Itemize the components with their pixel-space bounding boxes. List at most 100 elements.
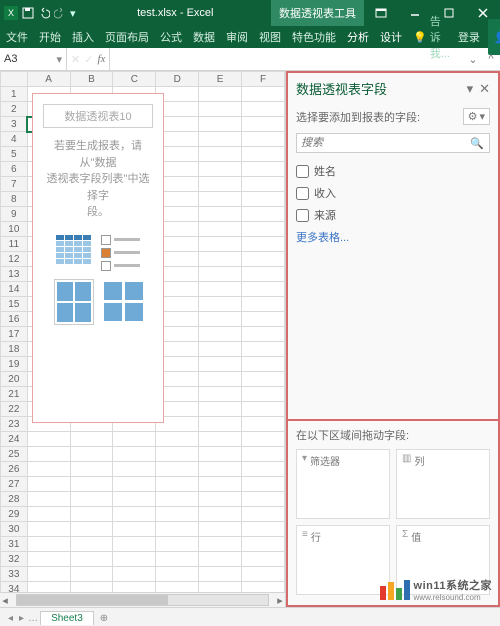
search-input[interactable] [297, 134, 465, 152]
row-header[interactable]: 19 [1, 357, 28, 372]
cell[interactable] [70, 507, 113, 522]
scroll-right-icon[interactable]: ▸ [275, 594, 285, 607]
cell[interactable] [156, 507, 199, 522]
cell[interactable] [199, 297, 242, 312]
cell[interactable] [113, 522, 156, 537]
row-header[interactable]: 14 [1, 282, 28, 297]
row-header[interactable]: 30 [1, 522, 28, 537]
cell[interactable] [199, 462, 242, 477]
tab-data[interactable]: 数据 [193, 29, 215, 45]
cell[interactable] [242, 267, 285, 282]
row-header[interactable]: 28 [1, 492, 28, 507]
row-header[interactable]: 1 [1, 87, 28, 102]
layout-options-button[interactable]: ⚙▾ [463, 108, 490, 125]
field-item[interactable]: 来源 [296, 207, 490, 223]
row-header[interactable]: 3 [1, 117, 28, 132]
row-header[interactable]: 23 [1, 417, 28, 432]
cell[interactable] [27, 567, 70, 582]
cell[interactable] [242, 387, 285, 402]
row-header[interactable]: 33 [1, 567, 28, 582]
row-header[interactable]: 17 [1, 327, 28, 342]
row-header[interactable]: 34 [1, 582, 28, 593]
cell[interactable] [70, 522, 113, 537]
qat-undo-icon[interactable] [38, 7, 50, 19]
cell[interactable] [27, 537, 70, 552]
row-header[interactable]: 24 [1, 432, 28, 447]
col-header[interactable]: D [156, 72, 199, 87]
field-search[interactable]: 🔍 [296, 133, 490, 153]
pivottable-placeholder[interactable]: 数据透视表10 若要生成报表，请从"数据 透视表字段列表"中选择字 段。 [32, 93, 164, 423]
col-header[interactable]: C [113, 72, 156, 87]
cell[interactable] [156, 582, 199, 593]
cell[interactable] [242, 207, 285, 222]
cell[interactable] [156, 537, 199, 552]
cell[interactable] [70, 582, 113, 593]
cell[interactable] [199, 477, 242, 492]
cell[interactable] [70, 492, 113, 507]
cell[interactable] [242, 582, 285, 593]
cell[interactable] [242, 417, 285, 432]
cell[interactable] [199, 432, 242, 447]
cell[interactable] [242, 447, 285, 462]
tab-review[interactable]: 审阅 [226, 29, 248, 45]
cell[interactable] [242, 492, 285, 507]
cell[interactable] [113, 507, 156, 522]
expand-formula-bar-icon[interactable]: ⌄ [464, 53, 482, 66]
cell[interactable] [199, 492, 242, 507]
row-header[interactable]: 6 [1, 162, 28, 177]
field-item[interactable]: 姓名 [296, 163, 490, 179]
cell[interactable] [70, 477, 113, 492]
cell[interactable] [70, 537, 113, 552]
cell[interactable] [199, 162, 242, 177]
row-header[interactable]: 15 [1, 297, 28, 312]
cell[interactable] [242, 312, 285, 327]
row-header[interactable]: 18 [1, 342, 28, 357]
tab-view[interactable]: 视图 [259, 29, 281, 45]
cell[interactable] [27, 432, 70, 447]
cell[interactable] [199, 177, 242, 192]
cell[interactable] [113, 552, 156, 567]
cell[interactable] [199, 522, 242, 537]
row-header[interactable]: 2 [1, 102, 28, 117]
qat-save-icon[interactable] [22, 7, 34, 19]
cell[interactable] [199, 507, 242, 522]
cell[interactable] [242, 297, 285, 312]
cell[interactable] [242, 132, 285, 147]
tab-formulas[interactable]: 公式 [160, 29, 182, 45]
new-sheet-icon[interactable]: ⊕ [96, 613, 112, 624]
cell[interactable] [242, 117, 285, 132]
cell[interactable] [242, 162, 285, 177]
row-header[interactable]: 8 [1, 192, 28, 207]
cell[interactable] [242, 237, 285, 252]
cell[interactable] [70, 462, 113, 477]
qat-redo-icon[interactable] [54, 7, 66, 19]
tab-home[interactable]: 开始 [39, 29, 61, 45]
name-box-dropdown-icon[interactable]: ▾ [56, 53, 62, 66]
row-header[interactable]: 12 [1, 252, 28, 267]
cell[interactable] [242, 222, 285, 237]
row-header[interactable]: 31 [1, 537, 28, 552]
dropzone-rows[interactable]: ≡行 [296, 525, 390, 595]
cell[interactable] [199, 537, 242, 552]
field-item[interactable]: 收入 [296, 185, 490, 201]
row-header[interactable]: 11 [1, 237, 28, 252]
collapse-ribbon-icon[interactable]: ^ [482, 53, 500, 65]
row-header[interactable]: 25 [1, 447, 28, 462]
cell[interactable] [242, 342, 285, 357]
cell[interactable] [199, 357, 242, 372]
hscroll-thumb[interactable] [17, 595, 168, 605]
cell[interactable] [27, 552, 70, 567]
cell[interactable] [199, 417, 242, 432]
col-header[interactable]: F [242, 72, 285, 87]
cell[interactable] [113, 492, 156, 507]
cell[interactable] [199, 207, 242, 222]
row-header[interactable]: 5 [1, 147, 28, 162]
row-header[interactable]: 4 [1, 132, 28, 147]
tab-addins[interactable]: 特色功能 [292, 29, 336, 45]
cell[interactable] [113, 582, 156, 593]
select-all-corner[interactable] [1, 72, 28, 87]
qat-customize-icon[interactable]: ▾ [70, 7, 76, 20]
sheet-tab-active[interactable]: Sheet3 [40, 611, 94, 625]
formula-bar[interactable] [109, 48, 464, 70]
row-header[interactable]: 13 [1, 267, 28, 282]
